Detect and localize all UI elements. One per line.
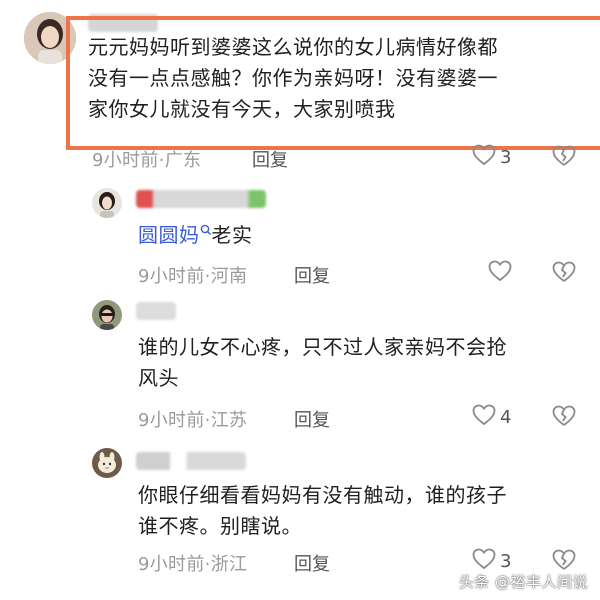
comment-line: 谁不疼。别瞎说。 xyxy=(138,514,302,538)
comment-time: 9小时前 xyxy=(138,554,205,575)
heart-icon xyxy=(472,144,496,170)
comment-text: 你眼仔细看看妈妈有没有触动，谁的孩子 谁不疼。别瞎说。 xyxy=(138,480,578,542)
reply-button[interactable]: 回复 xyxy=(294,406,330,432)
comment-text: 元元妈妈听到婆婆这么说你的女儿病情好像都 没有一点点感触？你作为亲妈呀！没有婆婆… xyxy=(88,32,588,125)
comment-location: 江苏 xyxy=(210,410,248,431)
comment-line: 谁的儿女不心疼，只不过人家亲妈不会抢 xyxy=(138,335,507,359)
heart-icon xyxy=(472,404,496,430)
watermark: 头条 @裕丰人间说 xyxy=(458,573,588,591)
comment-meta: 9小时前·广东 xyxy=(92,146,201,172)
like-button[interactable]: 3 xyxy=(472,144,511,170)
like-count: 4 xyxy=(500,406,512,428)
avatar[interactable] xyxy=(92,188,122,218)
username[interactable] xyxy=(136,190,266,208)
comment-text: 圆圆妈 老实 xyxy=(138,220,558,251)
username[interactable] xyxy=(136,452,246,470)
avatar[interactable] xyxy=(92,448,122,478)
like-button[interactable]: 4 xyxy=(472,404,511,430)
like-count: 3 xyxy=(500,550,512,572)
comment-body: 老实 xyxy=(211,223,253,247)
avatar[interactable] xyxy=(92,300,122,330)
comment-time: 9小时前 xyxy=(138,410,205,431)
comment-line: 你眼仔细看看妈妈有没有触动，谁的孩子 xyxy=(138,483,507,507)
mention-name: 圆圆妈 xyxy=(138,223,200,247)
comment-text: 谁的儿女不心疼，只不过人家亲妈不会抢 风头 xyxy=(138,332,578,394)
comment-time: 9小时前 xyxy=(92,150,159,171)
comment-line: 没有一点点感触？你作为亲妈呀！没有婆婆一 xyxy=(88,66,498,90)
comment-location: 河南 xyxy=(210,266,248,287)
heart-icon xyxy=(488,260,512,286)
broken-heart-icon[interactable] xyxy=(552,261,576,283)
comment-line: 家你女儿就没有今天，大家别喷我 xyxy=(88,97,396,121)
search-icon xyxy=(200,223,212,247)
broken-heart-icon[interactable] xyxy=(552,405,576,427)
comment-location: 广东 xyxy=(164,150,202,171)
like-button[interactable] xyxy=(488,260,516,286)
comment-location: 浙江 xyxy=(210,554,248,575)
reply-button[interactable]: 回复 xyxy=(294,550,330,576)
comment-meta: 9小时前·江苏 xyxy=(138,406,247,432)
mention-link[interactable]: 圆圆妈 xyxy=(138,223,212,247)
reply-button[interactable]: 回复 xyxy=(252,146,288,172)
username[interactable] xyxy=(136,302,176,320)
comment-meta: 9小时前·河南 xyxy=(138,262,247,288)
reply-button[interactable]: 回复 xyxy=(294,262,330,288)
comment-meta: 9小时前·浙江 xyxy=(138,550,247,576)
broken-heart-icon[interactable] xyxy=(552,145,576,167)
comment-line: 风头 xyxy=(138,366,179,390)
comment-line: 元元妈妈听到婆婆这么说你的女儿病情好像都 xyxy=(88,35,498,59)
comment-time: 9小时前 xyxy=(138,266,205,287)
like-count: 3 xyxy=(500,146,512,168)
broken-heart-icon[interactable] xyxy=(552,549,576,571)
